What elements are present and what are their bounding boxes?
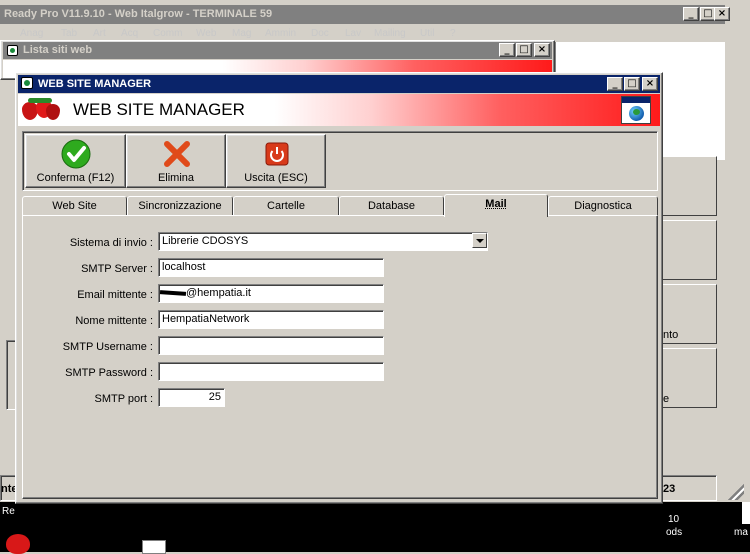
- lista-title: Lista siti web: [23, 44, 93, 56]
- smtp-server-label: SMTP Server :: [81, 263, 153, 275]
- lista-close-button[interactable]: ×: [534, 43, 550, 57]
- main-titlebar: Ready Pro V11.9.10 - Web Italgrow - TERM…: [0, 5, 730, 24]
- tab-mail-label: Mail: [485, 198, 507, 210]
- menu-mag[interactable]: Mag: [232, 28, 251, 39]
- banner-title: WEB SITE MANAGER: [73, 100, 245, 119]
- send-system-label: Sistema di invio :: [69, 237, 153, 249]
- smtp-username-field[interactable]: [158, 336, 384, 355]
- tab-diagnostica[interactable]: Diagnostica: [548, 196, 658, 215]
- wsm-titlebar: WEB SITE MANAGER _ □ ×: [18, 75, 660, 93]
- redaction-bar: [159, 290, 187, 296]
- wsm-minimize-button[interactable]: _: [607, 77, 623, 91]
- lista-titlebar: Lista siti web _ □ ×: [3, 42, 552, 59]
- desktop-right-text-1: 10: [668, 514, 680, 525]
- delete-label: Elimina: [157, 172, 195, 184]
- side-panel-3[interactable]: nto: [660, 284, 717, 344]
- wsm-window: WEB SITE MANAGER _ □ × WEB SITE MANAGER …: [15, 72, 663, 504]
- side-panel-4[interactable]: e: [660, 348, 717, 408]
- side-panel-4-text: e: [663, 393, 670, 405]
- menu-util[interactable]: Util: [420, 28, 434, 39]
- send-system-select[interactable]: Librerie CDOSYS: [158, 232, 488, 251]
- smtp-server-field[interactable]: localhost: [158, 258, 384, 277]
- wsm-close-button[interactable]: ×: [642, 77, 658, 91]
- side-panel-2[interactable]: [660, 220, 717, 280]
- smtp-server-value: localhost: [162, 261, 206, 273]
- tab-sincronizzazione[interactable]: Sincronizzazione: [127, 196, 233, 215]
- menu-help[interactable]: ?: [450, 28, 456, 39]
- smtp-username-label: SMTP Username :: [62, 341, 153, 353]
- menu-mailing[interactable]: Mailing: [374, 28, 406, 39]
- desktop-strip: Re 10 ods ma: [0, 502, 750, 554]
- menu-tab[interactable]: Tab: [61, 28, 77, 39]
- sender-name-label: Nome mittente :: [75, 315, 153, 327]
- resize-grip[interactable]: [728, 484, 744, 500]
- tab-web-site[interactable]: Web Site: [22, 196, 127, 215]
- exit-label: Uscita (ESC): [244, 172, 308, 184]
- smtp-password-field[interactable]: [158, 362, 384, 381]
- main-status-right: 23: [660, 475, 717, 501]
- red-x-icon: [164, 141, 190, 167]
- power-icon: [265, 142, 289, 166]
- menu-lav[interactable]: Lav: [345, 28, 361, 39]
- send-system-value: Librerie CDOSYS: [162, 235, 249, 247]
- desktop-left-text: Re: [2, 506, 15, 517]
- main-title: Ready Pro V11.9.10 - Web Italgrow - TERM…: [4, 8, 273, 20]
- sender-email-field[interactable]: @hempatia.it: [158, 284, 384, 303]
- smtp-port-label: SMTP port :: [94, 393, 153, 405]
- main-minimize-button[interactable]: _: [683, 7, 699, 21]
- wsm-title: WEB SITE MANAGER: [38, 78, 152, 90]
- globe-icon: [621, 96, 651, 124]
- strawberry-icon: [6, 534, 30, 554]
- lista-minimize-button[interactable]: _: [499, 43, 515, 57]
- smtp-port-field[interactable]: 25: [158, 388, 225, 407]
- side-panel-3-text: nto: [663, 329, 679, 341]
- desktop-file-icon[interactable]: [742, 502, 750, 524]
- chevron-down-icon[interactable]: [472, 233, 487, 248]
- strawberry-icon: [22, 98, 60, 122]
- menu-anag[interactable]: Anag: [20, 28, 43, 39]
- smtp-port-value: 25: [208, 391, 221, 403]
- menu-ammin[interactable]: Ammin: [265, 28, 296, 39]
- menu-comm[interactable]: Comm: [153, 28, 182, 39]
- menu-web[interactable]: Web: [196, 28, 216, 39]
- menu-doc[interactable]: Doc: [311, 28, 329, 39]
- exit-button[interactable]: Uscita (ESC): [226, 134, 326, 188]
- confirm-label: Conferma (F12): [36, 172, 115, 184]
- mail-tab-panel: Sistema di invio : Librerie CDOSYS SMTP …: [22, 215, 658, 499]
- side-panel-1[interactable]: [660, 156, 717, 216]
- desktop-right-text-2: ods: [666, 527, 683, 538]
- menu-art[interactable]: Art: [93, 28, 106, 39]
- sender-name-value: HempatiaNetwork: [162, 313, 250, 325]
- lista-maximize-button[interactable]: □: [516, 43, 532, 57]
- desktop-right-text-3: ma: [734, 527, 748, 538]
- smtp-password-label: SMTP Password :: [65, 367, 153, 379]
- delete-button[interactable]: Elimina: [126, 134, 226, 188]
- tab-database[interactable]: Database: [339, 196, 444, 215]
- status-right-text: 23: [663, 483, 676, 495]
- sender-name-field[interactable]: HempatiaNetwork: [158, 310, 384, 329]
- lista-app-icon: [7, 45, 18, 56]
- tab-cartelle[interactable]: Cartelle: [233, 196, 339, 215]
- sender-email-value: @hempatia.it: [186, 287, 251, 299]
- wsm-banner: WEB SITE MANAGER: [18, 94, 660, 126]
- wsm-maximize-button[interactable]: □: [624, 77, 640, 91]
- green-check-icon: [61, 139, 91, 169]
- menu-acq[interactable]: Acq: [121, 28, 138, 39]
- tab-mail[interactable]: Mail: [444, 194, 548, 217]
- sender-email-label: Email mittente :: [77, 289, 153, 301]
- confirm-button[interactable]: Conferma (F12): [25, 134, 126, 188]
- main-close-button[interactable]: ×: [714, 7, 730, 21]
- wsm-app-icon: [21, 77, 33, 89]
